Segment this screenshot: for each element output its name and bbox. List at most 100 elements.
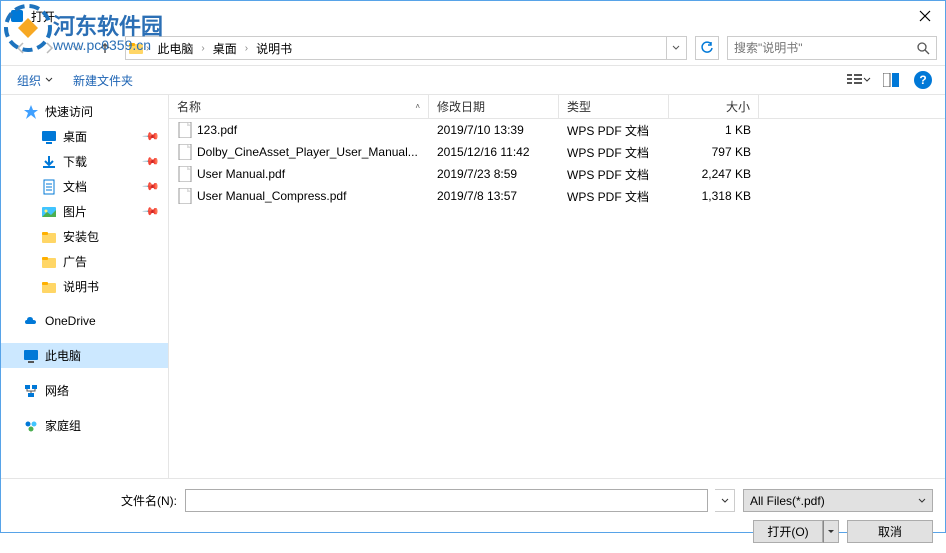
cancel-button[interactable]: 取消 [847,520,933,543]
search-input[interactable] [734,41,916,55]
open-button[interactable]: 打开(O) [753,520,823,543]
file-row[interactable]: User Manual_Compress.pdf 2019/7/8 13:57 … [169,185,945,207]
sidebar-item-installpack[interactable]: 安装包 [1,224,168,249]
file-name: Dolby_CineAsset_Player_User_Manual... [197,145,418,159]
sidebar-item-downloads[interactable]: 下载 📌 [1,149,168,174]
file-row[interactable]: 123.pdf 2019/7/10 13:39 WPS PDF 文档 1 KB [169,119,945,141]
filename-dropdown[interactable] [715,489,735,512]
sidebar-item-quickaccess[interactable]: 快速访问 [1,99,168,124]
titlebar: 打开 [1,1,945,31]
file-date: 2019/7/23 8:59 [429,167,559,181]
open-button-arrow[interactable] [823,520,839,543]
file-date: 2015/12/16 11:42 [429,145,559,159]
pin-icon: 📌 [142,152,161,171]
chevron-down-icon [721,497,729,505]
preview-icon [883,73,899,87]
desktop-icon [41,129,57,145]
file-list: 名称 ˄ 修改日期 类型 大小 123.pdf 2019/7/10 13:39 … [169,95,945,478]
sidebar-item-documents[interactable]: 文档 📌 [1,174,168,199]
breadcrumb-manual[interactable]: 说明书 [250,37,298,59]
col-header-type[interactable]: 类型 [559,95,669,118]
open-button-split: 打开(O) [753,520,839,543]
chevron-down-icon [863,76,871,84]
view-button[interactable] [845,68,873,92]
pin-icon: 📌 [142,127,161,146]
thispc-label: 此电脑 [45,347,81,364]
sidebar-item-homegroup[interactable]: 家庭组 [1,413,168,438]
pin-icon: 📌 [142,202,161,221]
breadcrumb-thispc[interactable]: 此电脑 [151,37,199,59]
breadcrumb[interactable]: › 此电脑 › 桌面 › 说明书 [125,36,687,60]
sidebar-item-manual[interactable]: 说明书 [1,274,168,299]
file-size: 1 KB [669,123,759,137]
sidebar-item-onedrive[interactable]: OneDrive [1,309,168,333]
file-size: 797 KB [669,145,759,159]
breadcrumb-sep: › [199,43,206,54]
file-date: 2019/7/10 13:39 [429,123,559,137]
file-row[interactable]: User Manual.pdf 2019/7/23 8:59 WPS PDF 文… [169,163,945,185]
network-label: 网络 [45,382,69,399]
refresh-button[interactable] [695,36,719,60]
chevron-down-icon [918,497,926,505]
file-size: 2,247 KB [669,167,759,181]
col-header-size[interactable]: 大小 [669,95,759,118]
filter-label: All Files(*.pdf) [750,494,825,508]
close-button[interactable] [905,1,945,31]
pdf-file-icon [177,122,193,138]
sidebar-item-thispc[interactable]: 此电脑 [1,343,168,368]
pin-icon: 📌 [142,177,161,196]
help-button[interactable]: ? [909,68,937,92]
filter-select[interactable]: All Files(*.pdf) [743,489,933,512]
filename-input[interactable] [185,489,708,512]
arrow-up-icon [97,40,113,56]
documents-label: 文档 [63,178,87,195]
help-icon: ? [914,71,932,89]
breadcrumb-sep: › [243,43,250,54]
chevron-down-icon [827,528,835,536]
col-header-date[interactable]: 修改日期 [429,95,559,118]
col-header-name[interactable]: 名称 ˄ [169,95,429,118]
organize-button[interactable]: 组织 [9,68,61,93]
nav-up-button[interactable] [93,36,117,60]
star-icon [23,104,39,120]
search-box[interactable] [727,36,937,60]
homegroup-icon [23,418,39,434]
bottom-panel: 文件名(N): All Files(*.pdf) 打开(O) 取消 [1,478,945,553]
installpack-label: 安装包 [63,228,99,245]
breadcrumb-desktop[interactable]: 桌面 [207,37,243,59]
manual-label: 说明书 [63,278,99,295]
file-type: WPS PDF 文档 [559,122,669,139]
navbar: › 此电脑 › 桌面 › 说明书 [1,31,945,65]
pdf-file-icon [177,166,193,182]
chevron-down-icon [672,44,680,52]
nav-recent-button[interactable] [65,36,89,60]
filename-row: 文件名(N): All Files(*.pdf) [13,489,933,512]
arrow-right-icon [41,40,57,56]
chevron-down-icon [45,76,53,84]
document-icon [41,179,57,195]
preview-button[interactable] [877,68,905,92]
sort-arrow-icon: ˄ [415,102,420,111]
window-title: 打开 [31,8,905,25]
pdf-file-icon [177,188,193,204]
file-row[interactable]: Dolby_CineAsset_Player_User_Manual... 20… [169,141,945,163]
sidebar-item-network[interactable]: 网络 [1,378,168,403]
file-name: 123.pdf [197,123,237,137]
toolbar: 组织 新建文件夹 ? [1,65,945,95]
organize-label: 组织 [17,72,41,89]
picture-icon [41,204,57,220]
sidebar-item-pictures[interactable]: 图片 📌 [1,199,168,224]
sidebar-item-desktop[interactable]: 桌面 📌 [1,124,168,149]
newfolder-button[interactable]: 新建文件夹 [65,68,141,93]
breadcrumb-dropdown[interactable] [666,37,684,59]
folder-icon [128,40,144,56]
file-type: WPS PDF 文档 [559,188,669,205]
newfolder-label: 新建文件夹 [73,72,133,89]
sidebar-item-ads[interactable]: 广告 [1,249,168,274]
ads-label: 广告 [63,253,87,270]
downloads-label: 下载 [63,153,87,170]
nav-back-button[interactable] [9,36,33,60]
file-type: WPS PDF 文档 [559,166,669,183]
nav-forward-button[interactable] [37,36,61,60]
file-type: WPS PDF 文档 [559,144,669,161]
